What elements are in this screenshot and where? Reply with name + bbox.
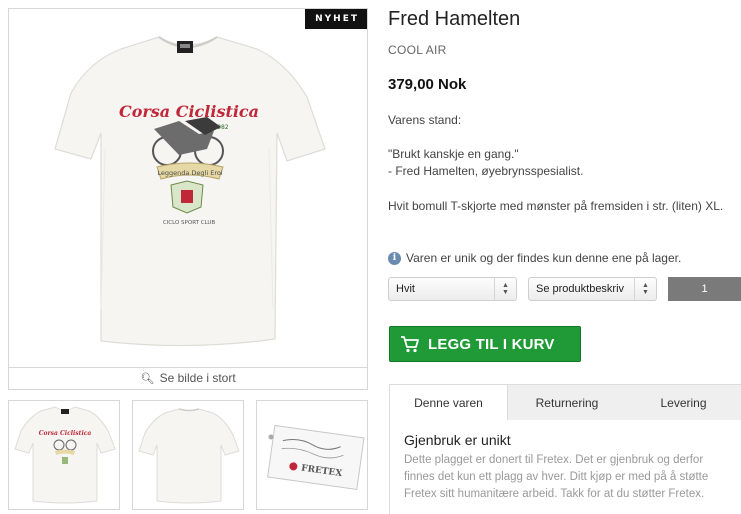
print-club: CICLO SPORT CLUB: [163, 220, 216, 226]
info-tabs: Denne varen Returnering Levering: [389, 384, 741, 421]
new-badge: NYHET: [305, 9, 367, 29]
product-title: Fred Hamelten: [388, 8, 521, 30]
product-brand: COOL AIR: [388, 43, 447, 57]
thumb-print-title: Corsa Ciclistica: [39, 430, 92, 437]
tab-panel: Gjenbruk er unikt Dette plagget er doner…: [389, 420, 741, 514]
color-select[interactable]: Hvit ▲ ▼: [388, 277, 517, 301]
main-product-image[interactable]: Corsa Ciclistica 1982 Leggenda Degli Ero…: [8, 8, 368, 390]
description-select[interactable]: Se produktbeskriv ▲ ▼: [528, 277, 657, 301]
cart-icon: [401, 336, 419, 353]
panel-title: Gjenbruk er unikt: [404, 432, 511, 448]
unique-note-text: Varen er unik og der findes kun denne en…: [406, 251, 682, 265]
condition-label: Varens stand:: [388, 113, 462, 127]
print-banner: Leggenda Degli Eroi: [157, 169, 222, 177]
thumbnail-tag[interactable]: FRETEX: [256, 400, 368, 510]
zoom-label: Se bilde i stort: [159, 371, 236, 385]
select-arrows-icon: ▲ ▼: [494, 278, 516, 300]
thumbnail-front[interactable]: Corsa Ciclistica: [8, 400, 120, 510]
color-select-value: Hvit: [396, 283, 415, 295]
product-price: 379,00 Nok: [388, 76, 467, 93]
quantity-input[interactable]: 1: [668, 277, 741, 301]
fretex-tag-thumbnail: FRETEX: [267, 424, 365, 490]
zoom-link[interactable]: 🔍︎ Se bilde i stort: [9, 367, 367, 389]
panel-text: Dette plagget er donert til Fretex. Det …: [404, 454, 709, 500]
tshirt-back-thumbnail: [138, 408, 240, 504]
print-title: Corsa Ciclistica: [119, 102, 259, 121]
quote-line-2: - Fred Hamelten, øyebrynsspesialist.: [388, 164, 584, 178]
unique-note: i Varen er unik og der findes kun denne …: [388, 251, 681, 265]
description-select-value: Se produktbeskriv: [536, 283, 625, 295]
tab-denne-varen[interactable]: Denne varen: [389, 385, 508, 421]
tab-levering[interactable]: Levering: [626, 385, 741, 421]
add-to-cart-button[interactable]: LEGG TIL I KURV: [389, 326, 581, 362]
select-arrows-icon: ▲ ▼: [634, 278, 656, 300]
tshirt-front-thumbnail: Corsa Ciclistica: [14, 406, 116, 504]
info-icon: i: [388, 251, 401, 265]
zoom-icon: 🔍︎: [140, 373, 155, 385]
thumbnail-back[interactable]: [132, 400, 244, 510]
quote-line-1: "Brukt kanskje en gang.": [388, 147, 519, 161]
tshirt-front-image: Corsa Ciclistica 1982 Leggenda Degli Ero…: [54, 36, 326, 347]
tab-returnering[interactable]: Returnering: [508, 385, 626, 421]
product-description: Hvit bomull T-skjorte med mønster på fre…: [388, 199, 724, 213]
add-to-cart-label: LEGG TIL I KURV: [428, 335, 555, 353]
